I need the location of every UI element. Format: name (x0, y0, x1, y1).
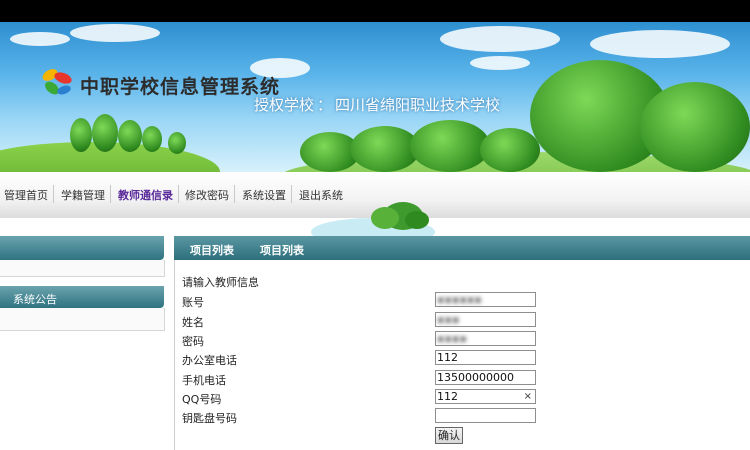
mobile-phone-field[interactable]: 13500000000 (435, 370, 536, 385)
nav-divider (291, 185, 292, 203)
header-banner: 中职学校信息管理系统 授权学校：四川省绵阳职业技术学校 (0, 22, 750, 172)
cloud (10, 32, 70, 46)
nav-item-teacher-directory[interactable]: 教师通信录 (118, 187, 173, 203)
account-value: ▪▪▪▪▪▪ (437, 293, 482, 306)
nav-item-system-settings[interactable]: 系统设置 (242, 187, 286, 203)
sidebar-panel-header (0, 236, 164, 260)
school-name: 四川省绵阳职业技术学校 (335, 96, 501, 114)
name-value: ▪▪▪ (437, 313, 460, 326)
name-label: 姓名 (182, 316, 204, 329)
licensed-label: 授权学校 (254, 96, 315, 114)
office-phone-field[interactable]: 112 (435, 350, 536, 365)
nav-divider (53, 185, 54, 203)
mobile-phone-label: 手机电话 (182, 374, 226, 387)
tree (168, 132, 186, 154)
nav-divider (178, 185, 179, 203)
cloud (590, 30, 730, 58)
system-title: 中职学校信息管理系统 (80, 76, 281, 98)
tree (142, 126, 162, 152)
licensed-school: 授权学校：四川省绵阳职业技术学校 (254, 94, 500, 115)
content-tab-bar: 项目列表 项目列表 (174, 236, 750, 260)
account-field[interactable]: ▪▪▪▪▪▪ (435, 292, 536, 307)
qq-label: QQ号码 (182, 393, 222, 406)
nav-item-change-password[interactable]: 修改密码 (185, 187, 229, 203)
form-heading: 请输入教师信息 (182, 276, 259, 289)
tree (410, 120, 490, 172)
password-value: ▪▪▪▪ (437, 332, 467, 345)
announcement-panel-body (0, 308, 165, 331)
tree (92, 114, 118, 152)
nav-item-home[interactable]: 管理首页 (4, 187, 48, 203)
office-phone-label: 办公室电话 (182, 354, 237, 367)
sidebar-panel-body (0, 260, 165, 277)
cloud (440, 26, 560, 52)
tree (70, 118, 92, 152)
key-disk-label: 钥匙盘号码 (182, 412, 237, 425)
qq-field[interactable]: 112 × (435, 389, 536, 404)
account-label: 账号 (182, 296, 204, 309)
clear-icon[interactable]: × (524, 390, 532, 403)
announcement-panel-header: 系统公告 (0, 286, 164, 308)
nav-item-student-records[interactable]: 学籍管理 (61, 187, 105, 203)
top-black-bar (0, 0, 750, 22)
qq-value: 112 (437, 390, 458, 403)
content-left-border (174, 260, 175, 450)
announcement-title: 系统公告 (13, 293, 57, 306)
confirm-button[interactable]: 确认 (435, 427, 463, 444)
tree (118, 120, 142, 152)
password-label: 密码 (182, 335, 204, 348)
tab-project-list-2[interactable]: 项目列表 (260, 242, 304, 258)
licensed-separator: ： (317, 96, 333, 114)
password-field[interactable]: ▪▪▪▪ (435, 331, 536, 346)
cloud (70, 24, 160, 42)
tab-project-list[interactable]: 项目列表 (190, 242, 234, 258)
name-field[interactable]: ▪▪▪ (435, 312, 536, 327)
key-disk-field[interactable] (435, 408, 536, 423)
cloud (470, 56, 530, 70)
nav-divider (234, 185, 235, 203)
tree (480, 128, 540, 172)
logo-icon (42, 69, 72, 95)
tree (640, 82, 750, 172)
nav-divider (110, 185, 111, 203)
